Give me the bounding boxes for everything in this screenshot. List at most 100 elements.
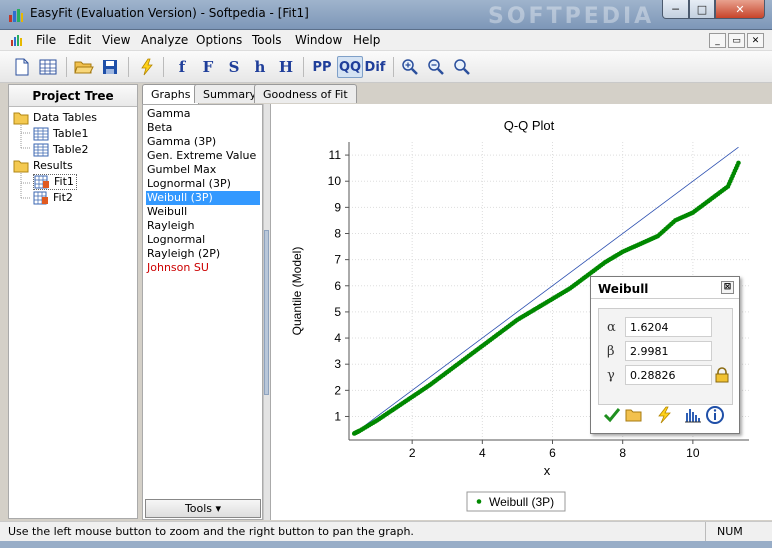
parameters-inner: α 1.6204 β 2.9981 γ 0.28826 xyxy=(598,308,733,405)
menu-view[interactable]: View xyxy=(102,33,130,47)
lightning-icon[interactable] xyxy=(655,406,673,424)
tree-item-label: Results xyxy=(33,159,73,172)
toolbar-separator xyxy=(163,57,164,77)
table-icon xyxy=(33,143,49,157)
menu-window[interactable]: Window xyxy=(295,33,342,47)
tab-goodness-of-fit[interactable]: Goodness of Fit xyxy=(254,84,357,103)
num-lock-indicator: NUM xyxy=(705,522,767,541)
tree-item-label: Fit1 xyxy=(54,175,74,188)
difference-plot-button[interactable]: Dif xyxy=(363,56,387,78)
folder-icon xyxy=(13,160,29,173)
param-beta-input[interactable]: 2.9981 xyxy=(625,341,712,361)
distribution-item[interactable]: Gamma xyxy=(146,107,260,121)
project-tree-panel: Project Tree Data Tables Table1 Table2 R… xyxy=(8,84,138,519)
parameters-title-text: Weibull xyxy=(598,282,649,296)
open-folder-icon[interactable] xyxy=(625,406,643,424)
pdf-plot-button[interactable]: f xyxy=(171,56,193,78)
menu-analyze[interactable]: Analyze xyxy=(141,33,188,47)
minimize-button[interactable]: ─ xyxy=(662,0,689,19)
lock-icon[interactable] xyxy=(715,367,729,383)
distribution-item[interactable]: Johnson SU xyxy=(146,261,260,275)
menu-tools[interactable]: Tools xyxy=(252,33,282,47)
close-button[interactable]: ✕ xyxy=(715,0,765,19)
param-row-gamma: γ 0.28826 xyxy=(599,365,734,385)
mdi-close-button[interactable]: ✕ xyxy=(747,33,764,48)
param-label: γ xyxy=(607,368,615,383)
parameters-title: Weibull ⊠ xyxy=(591,277,739,299)
new-file-icon[interactable] xyxy=(11,56,33,78)
maximize-button[interactable]: □ xyxy=(689,0,715,19)
zoom-out-icon[interactable] xyxy=(425,56,447,78)
y-tick-label: 8 xyxy=(334,226,341,240)
pp-plot-button[interactable]: PP xyxy=(309,56,335,78)
distribution-list: Gamma Beta Gamma (3P) Gen. Extreme Value Gum… xyxy=(142,104,263,520)
window-border xyxy=(0,541,772,548)
histogram-icon[interactable] xyxy=(684,406,702,424)
cdf-plot-button[interactable]: F xyxy=(197,56,219,78)
toolbar-separator xyxy=(66,57,67,77)
save-icon[interactable] xyxy=(99,56,121,78)
open-folder-icon[interactable] xyxy=(73,56,95,78)
close-icon[interactable]: ⊠ xyxy=(721,281,734,294)
distribution-item[interactable]: Gumbel Max xyxy=(146,163,260,177)
param-gamma-input[interactable]: 0.28826 xyxy=(625,365,712,385)
status-text: Use the left mouse button to zoom and th… xyxy=(8,525,414,538)
folder-icon xyxy=(13,112,29,125)
document-icon[interactable] xyxy=(10,33,24,47)
zoom-reset-icon[interactable] xyxy=(451,56,473,78)
distribution-item[interactable]: Weibull (3P) xyxy=(146,191,260,205)
x-axis-label: x xyxy=(544,463,551,478)
menu-bar: File Edit View Analyze Options Tools Win… xyxy=(0,30,772,51)
distribution-item[interactable]: Lognormal (3P) xyxy=(146,177,260,191)
distribution-item[interactable]: Weibull xyxy=(146,205,260,219)
parameters-actions xyxy=(598,403,733,427)
info-icon[interactable] xyxy=(706,406,724,424)
table-icon xyxy=(33,127,49,141)
menu-help[interactable]: Help xyxy=(353,33,380,47)
tab-graphs[interactable]: Graphs xyxy=(142,84,200,104)
tree-item-fit2[interactable]: Fit2 xyxy=(33,190,73,206)
tree-item-data-tables[interactable]: Data Tables xyxy=(13,110,97,126)
mdi-minimize-button[interactable]: _ xyxy=(709,33,726,48)
menu-edit[interactable]: Edit xyxy=(68,33,91,47)
x-tick-label: 10 xyxy=(686,446,700,460)
x-tick-label: 8 xyxy=(619,446,626,460)
y-tick-label: 2 xyxy=(334,383,341,397)
app-icon xyxy=(9,9,23,22)
tree-item-table1[interactable]: Table1 xyxy=(33,126,88,142)
distribution-item[interactable]: Gen. Extreme Value xyxy=(146,149,260,163)
distribution-item[interactable]: Lognormal xyxy=(146,233,260,247)
cum-hazard-plot-button[interactable]: H xyxy=(275,56,297,78)
toolbar-separator xyxy=(303,57,304,77)
param-label: α xyxy=(607,320,616,335)
distribution-item[interactable]: Beta xyxy=(146,121,260,135)
menu-file[interactable]: File xyxy=(36,33,56,47)
y-tick-label: 5 xyxy=(334,305,341,319)
param-alpha-input[interactable]: 1.6204 xyxy=(625,317,712,337)
distribution-item[interactable]: Rayleigh (2P) xyxy=(146,247,260,261)
tree-item-label: Table1 xyxy=(53,127,89,140)
splitter-grip[interactable] xyxy=(264,230,269,395)
title-bar[interactable]: EasyFit (Evaluation Version) - Softpedia… xyxy=(0,0,772,30)
y-tick-label: 11 xyxy=(329,148,342,162)
hazard-plot-button[interactable]: h xyxy=(249,56,271,78)
tools-dropdown-button[interactable]: Tools ▾ xyxy=(145,499,261,518)
param-label: β xyxy=(607,344,615,359)
menu-options[interactable]: Options xyxy=(196,33,242,47)
tree-item-table2[interactable]: Table2 xyxy=(33,142,88,158)
qq-plot-button[interactable]: QQ xyxy=(337,56,363,78)
y-axis-label: Quantile (Model) xyxy=(290,247,304,336)
tree-item-fit1[interactable]: Fit1 xyxy=(33,174,77,190)
lightning-icon[interactable] xyxy=(136,56,158,78)
watermark-text: SOFTPEDIA xyxy=(488,4,655,29)
mdi-restore-button[interactable]: ▭ xyxy=(728,33,745,48)
distribution-item[interactable]: Rayleigh xyxy=(146,219,260,233)
x-tick-label: 4 xyxy=(479,446,486,460)
checkmark-icon[interactable] xyxy=(603,406,621,424)
status-bar: Use the left mouse button to zoom and th… xyxy=(0,521,772,541)
tree-item-results[interactable]: Results xyxy=(13,158,73,174)
distribution-item[interactable]: Gamma (3P) xyxy=(146,135,260,149)
survival-plot-button[interactable]: S xyxy=(223,56,245,78)
zoom-in-icon[interactable] xyxy=(399,56,421,78)
new-table-icon[interactable] xyxy=(37,56,59,78)
